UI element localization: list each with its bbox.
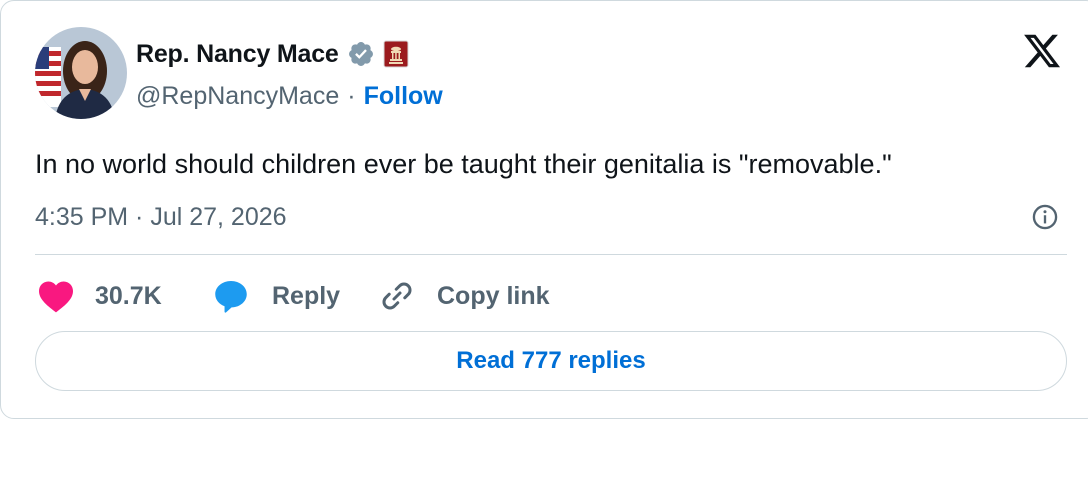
author-name-row: Rep. Nancy Mace (136, 37, 409, 71)
tweet-timestamp[interactable]: 4:35 PM · Jul 27, 2026 (35, 199, 287, 235)
copy-link-button[interactable]: Copy link (379, 275, 550, 317)
separator-dot: · (347, 81, 356, 110)
like-count: 30.7K (95, 281, 162, 310)
info-icon[interactable] (1031, 203, 1059, 231)
avatar-image (35, 27, 127, 119)
read-replies-button[interactable]: Read 777 replies (35, 331, 1067, 391)
us-house-seal-icon[interactable] (383, 40, 409, 68)
reply-button[interactable]: Reply (212, 275, 340, 317)
heart-icon (39, 281, 73, 313)
reply-label: Reply (272, 281, 341, 310)
x-logo-icon[interactable] (1020, 31, 1064, 71)
tweet-embed-card: Rep. Nancy Mace @RepNancyMace · Follow I… (0, 0, 1088, 419)
link-icon (382, 282, 412, 310)
follow-button[interactable]: Follow (364, 82, 443, 111)
author-handle[interactable]: @RepNancyMace (136, 82, 339, 111)
tweet-text: In no world should children ever be taug… (35, 149, 892, 179)
like-button[interactable]: 30.7K (37, 275, 162, 317)
divider (35, 254, 1067, 255)
author-handle-row: @RepNancyMace · Follow (136, 79, 443, 113)
speech-bubble-icon (215, 281, 247, 313)
author-display-name[interactable]: Rep. Nancy Mace (136, 40, 339, 69)
avatar[interactable] (35, 27, 127, 119)
copy-link-label: Copy link (437, 281, 550, 310)
verified-badge-icon[interactable] (347, 40, 375, 68)
